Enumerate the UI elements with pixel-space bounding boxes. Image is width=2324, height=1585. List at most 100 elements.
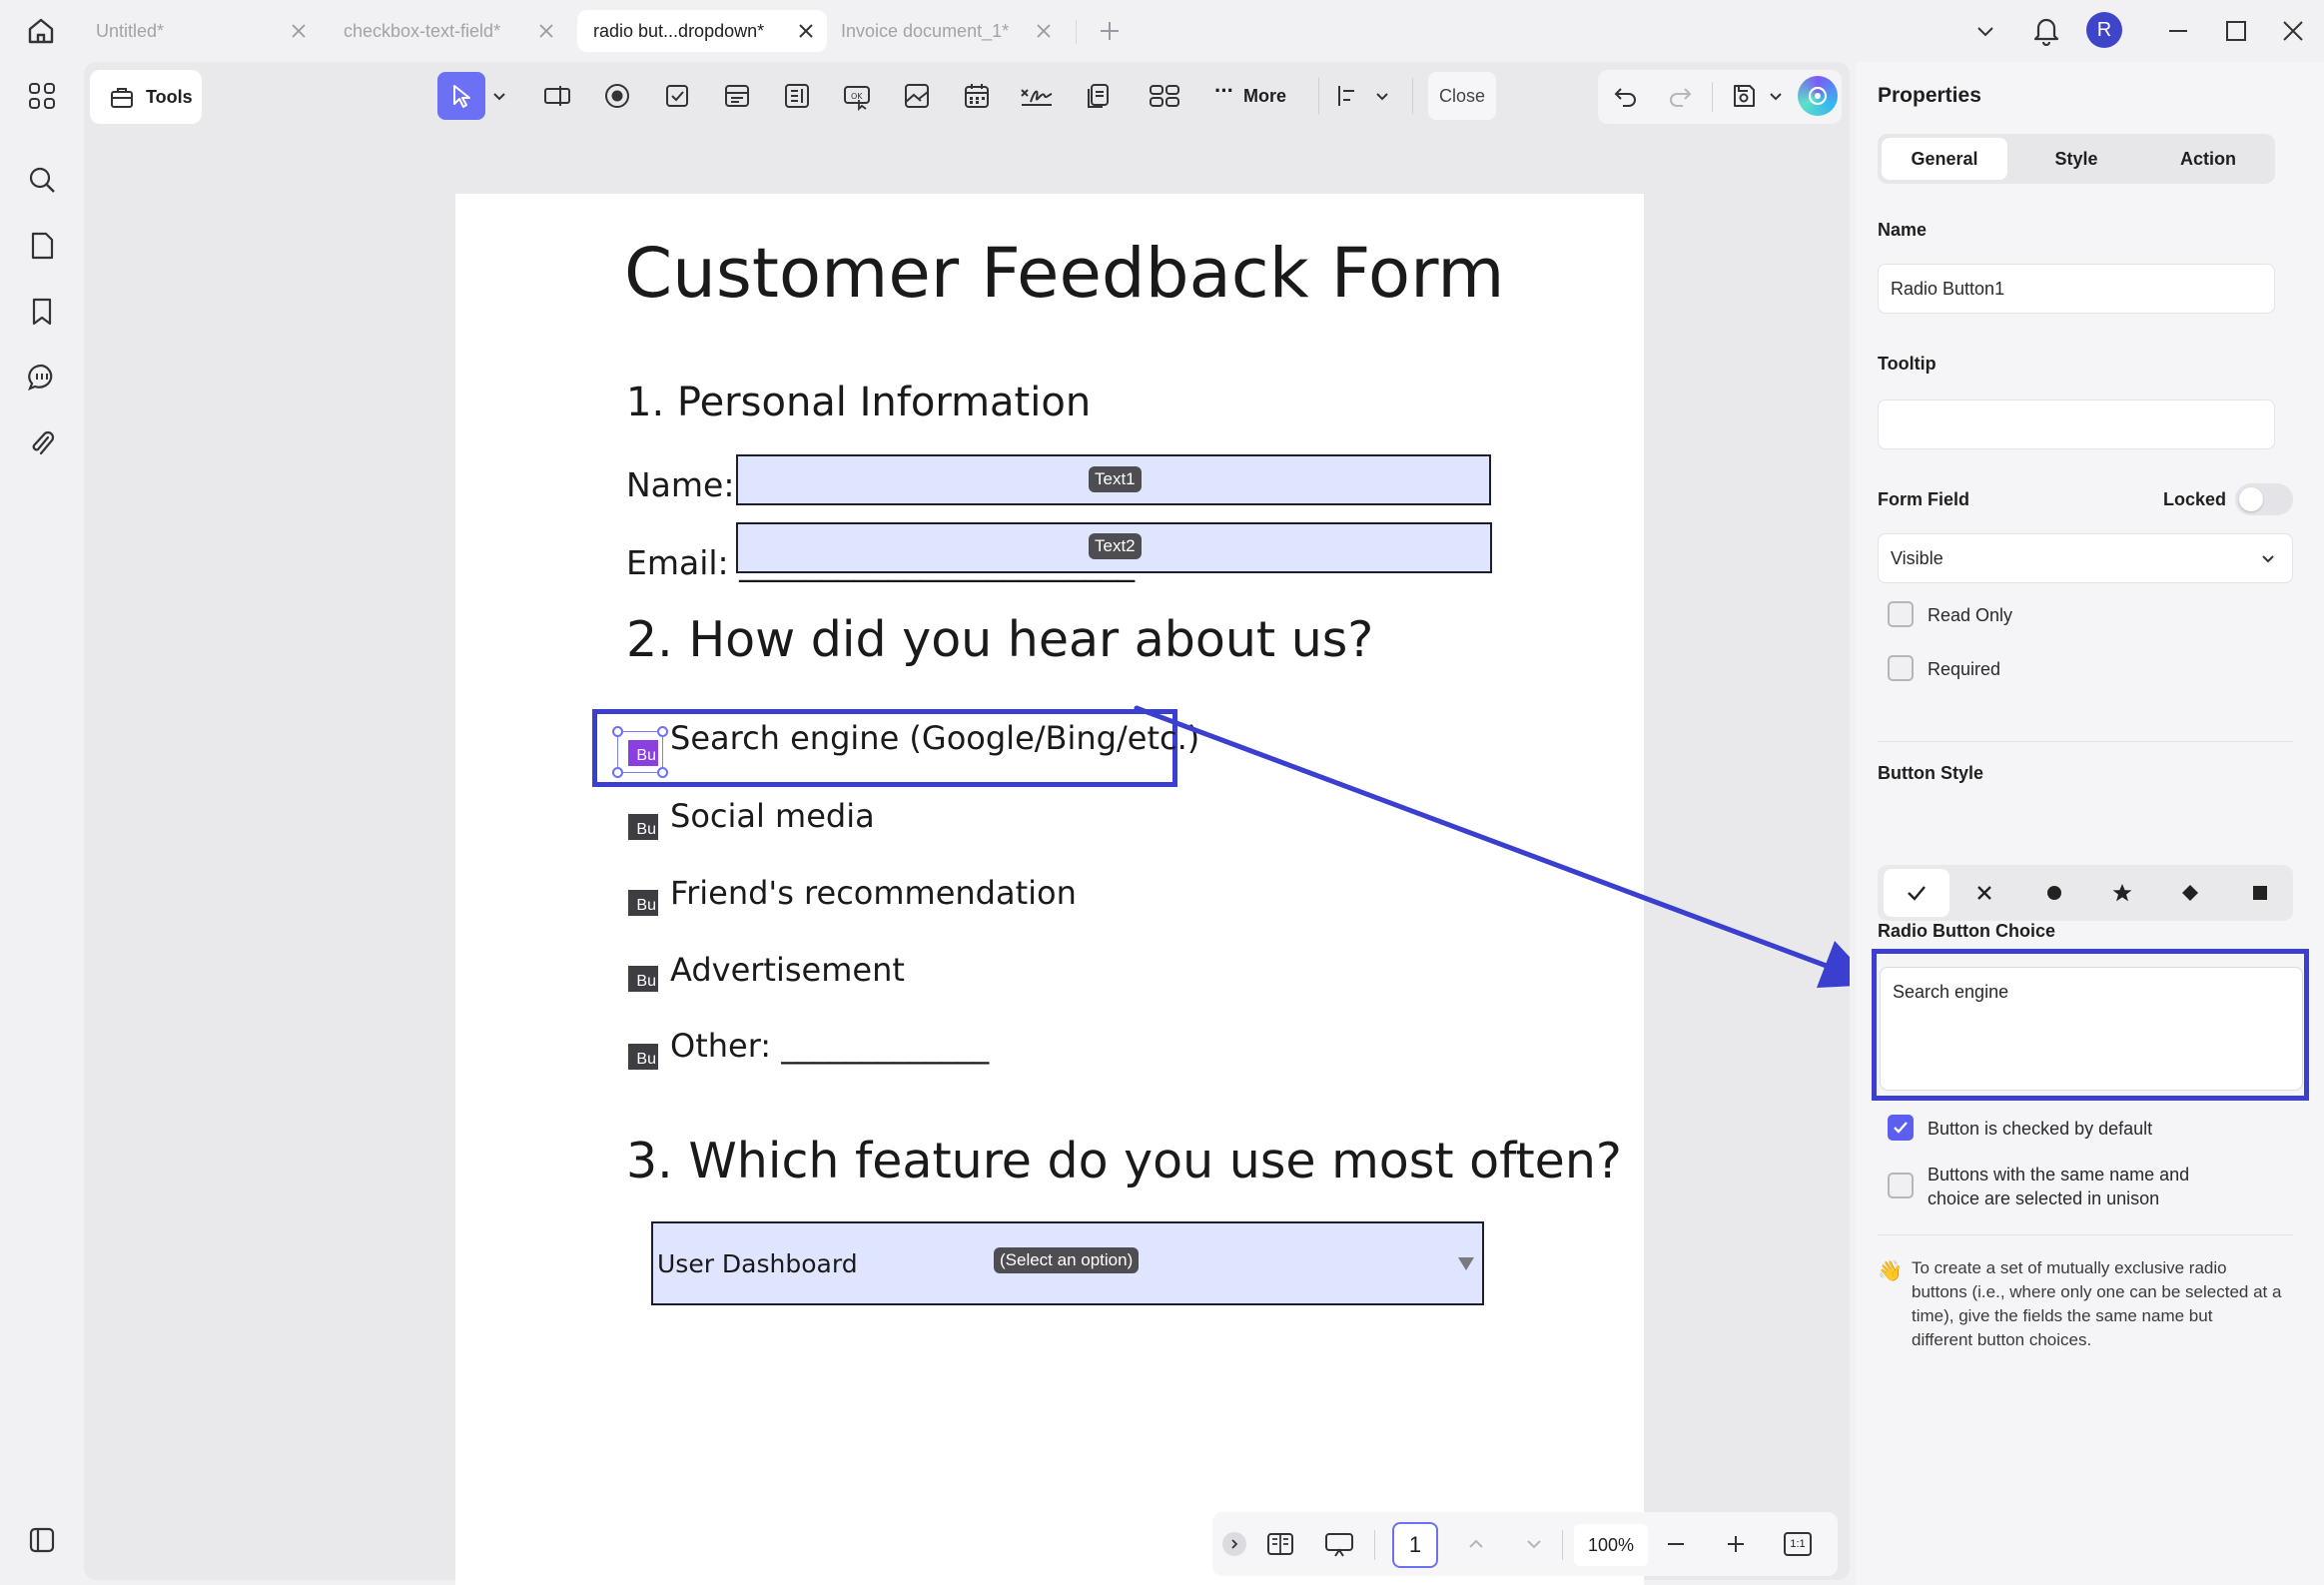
name-value: Radio Button1: [1891, 278, 2005, 299]
zoom-in-icon[interactable]: [1724, 1532, 1748, 1556]
locked-label: Locked: [2163, 489, 2227, 509]
tab-label: Style: [2054, 148, 2098, 169]
tip-line: time), give the fields the same name but: [1912, 1306, 2213, 1325]
zoom-level-input[interactable]: 100%: [1574, 1524, 1648, 1566]
tab-label: checkbox-text-field*: [344, 20, 501, 41]
style-star-button[interactable]: [2089, 869, 2155, 917]
title-bar: Untitled* checkbox-text-field* radio but…: [0, 0, 2324, 60]
tab-label: Action: [2180, 148, 2236, 169]
tooltip-input[interactable]: [1878, 399, 2275, 449]
dropdown-arrow-icon: [1458, 1257, 1474, 1270]
locked-toggle[interactable]: [2235, 483, 2293, 515]
page-number-input[interactable]: 1: [1392, 1522, 1438, 1568]
checked-by-default-checkbox[interactable]: [1888, 1115, 1914, 1141]
page-icon[interactable]: [24, 228, 60, 264]
radio-button-choice-input[interactable]: Search engine: [1880, 967, 2303, 1091]
bar-divider: [1562, 1530, 1563, 1560]
bottom-navigation-bar: 1 100% 1:1: [1212, 1512, 1838, 1576]
zoom-out-icon[interactable]: [1664, 1532, 1688, 1556]
left-sidebar: [0, 60, 82, 1585]
maximize-icon[interactable]: [2223, 18, 2249, 44]
select-in-unison-label: Buttons with the same name and choice ar…: [1928, 1163, 2189, 1210]
star-icon: [2112, 884, 2132, 902]
style-circle-button[interactable]: [2021, 869, 2087, 917]
bookmark-icon[interactable]: [24, 294, 60, 330]
properties-panel: Properties General Style Action Name Rad…: [1856, 62, 2324, 1585]
divider: [1878, 1234, 2293, 1235]
avatar-initial: R: [2096, 18, 2112, 41]
required-checkbox[interactable]: [1888, 655, 1914, 681]
tab-label: Untitled*: [96, 20, 165, 41]
name-input[interactable]: Radio Button1: [1878, 264, 2275, 314]
form-field-label: Form Field: [1878, 489, 1970, 509]
read-only-checkbox[interactable]: [1888, 601, 1914, 627]
minimize-icon[interactable]: [2165, 18, 2191, 44]
check-icon: [1894, 1122, 1908, 1134]
button-style-label: Button Style: [1878, 763, 1983, 783]
dropdown-value: User Dashboard: [657, 1249, 858, 1278]
presentation-icon[interactable]: [1322, 1528, 1356, 1560]
previous-page-icon[interactable]: [1464, 1532, 1488, 1556]
new-tab-icon[interactable]: [1097, 18, 1123, 44]
bar-divider: [1374, 1530, 1375, 1560]
close-icon[interactable]: [288, 20, 310, 42]
avatar[interactable]: R: [2086, 12, 2122, 48]
tab-untitled[interactable]: Untitled*: [80, 10, 320, 52]
tab-style[interactable]: Style: [2011, 138, 2141, 180]
tab-invoice-document[interactable]: Invoice document_1*: [825, 10, 1065, 52]
circle-icon: [2047, 886, 2061, 900]
annotation-arrow: [1134, 705, 1850, 988]
tip-line: To create a set of mutually exclusive ra…: [1912, 1258, 2227, 1277]
chevron-down-icon[interactable]: [1972, 18, 1998, 44]
visibility-value: Visible: [1891, 547, 1943, 568]
window-close-icon[interactable]: [2280, 18, 2306, 44]
label-line: Buttons with the same name and: [1928, 1165, 2190, 1185]
select-in-unison-checkbox[interactable]: [1888, 1173, 1914, 1198]
radio-group-tip: To create a set of mutually exclusive ra…: [1912, 1256, 2281, 1352]
style-square-button[interactable]: [2227, 869, 2293, 917]
next-page-icon[interactable]: [1522, 1532, 1546, 1556]
home-icon[interactable]: [24, 14, 58, 48]
divider: [1878, 741, 2293, 742]
square-icon: [2253, 886, 2267, 900]
expand-icon[interactable]: [1222, 1532, 1246, 1556]
close-icon[interactable]: [535, 20, 557, 42]
tooltip-label: Tooltip: [1878, 354, 1937, 374]
read-only-label: Read Only: [1928, 605, 2013, 625]
page-layout-icon[interactable]: [1264, 1528, 1296, 1560]
tab-action[interactable]: Action: [2143, 138, 2273, 180]
close-icon[interactable]: [1033, 20, 1055, 42]
visibility-select[interactable]: Visible: [1878, 533, 2293, 583]
radio-button-choice-label: Radio Button Choice: [1878, 921, 2055, 941]
chevron-down-icon: [2258, 548, 2278, 568]
checked-by-default-label: Button is checked by default: [1928, 1119, 2153, 1139]
tab-label: General: [1911, 148, 1978, 169]
style-cross-button[interactable]: [1951, 869, 2017, 917]
label-line: choice are selected in unison: [1928, 1189, 2160, 1208]
style-diamond-button[interactable]: [2157, 869, 2223, 917]
style-check-button[interactable]: [1884, 869, 1949, 917]
search-icon[interactable]: [24, 162, 60, 198]
tab-general[interactable]: General: [1882, 138, 2007, 180]
tab-label: Invoice document_1*: [841, 20, 1010, 41]
actual-size-label: 1:1: [1790, 1538, 1806, 1550]
close-icon[interactable]: [795, 20, 817, 42]
tab-divider: [1076, 20, 1077, 44]
sidebar-toggle-icon[interactable]: [24, 1522, 60, 1558]
thumbnails-icon[interactable]: [24, 78, 60, 114]
comment-icon[interactable]: [24, 360, 60, 396]
bell-icon[interactable]: [2031, 14, 2061, 46]
name-label: Name: [1878, 220, 1928, 240]
tab-radio-button-dropdown[interactable]: radio but...dropdown*: [577, 10, 827, 52]
section-which-feature: 3. Which feature do you use most often?: [626, 1133, 1622, 1189]
cross-icon: [1977, 886, 1991, 900]
tip-line: different button choices.: [1912, 1330, 2092, 1349]
attachment-icon[interactable]: [24, 425, 60, 461]
tab-checkbox-text-field[interactable]: checkbox-text-field*: [328, 10, 567, 52]
radio-choice-value: Search engine: [1893, 982, 2009, 1002]
actual-size-button[interactable]: 1:1: [1784, 1532, 1812, 1556]
document-area: Tools OK ··· More Close Customer Feedbac…: [84, 62, 1850, 1585]
dropdown-placeholder-tag: (Select an option): [994, 1247, 1140, 1273]
check-icon: [1908, 886, 1926, 901]
diamond-icon: [2182, 885, 2198, 901]
